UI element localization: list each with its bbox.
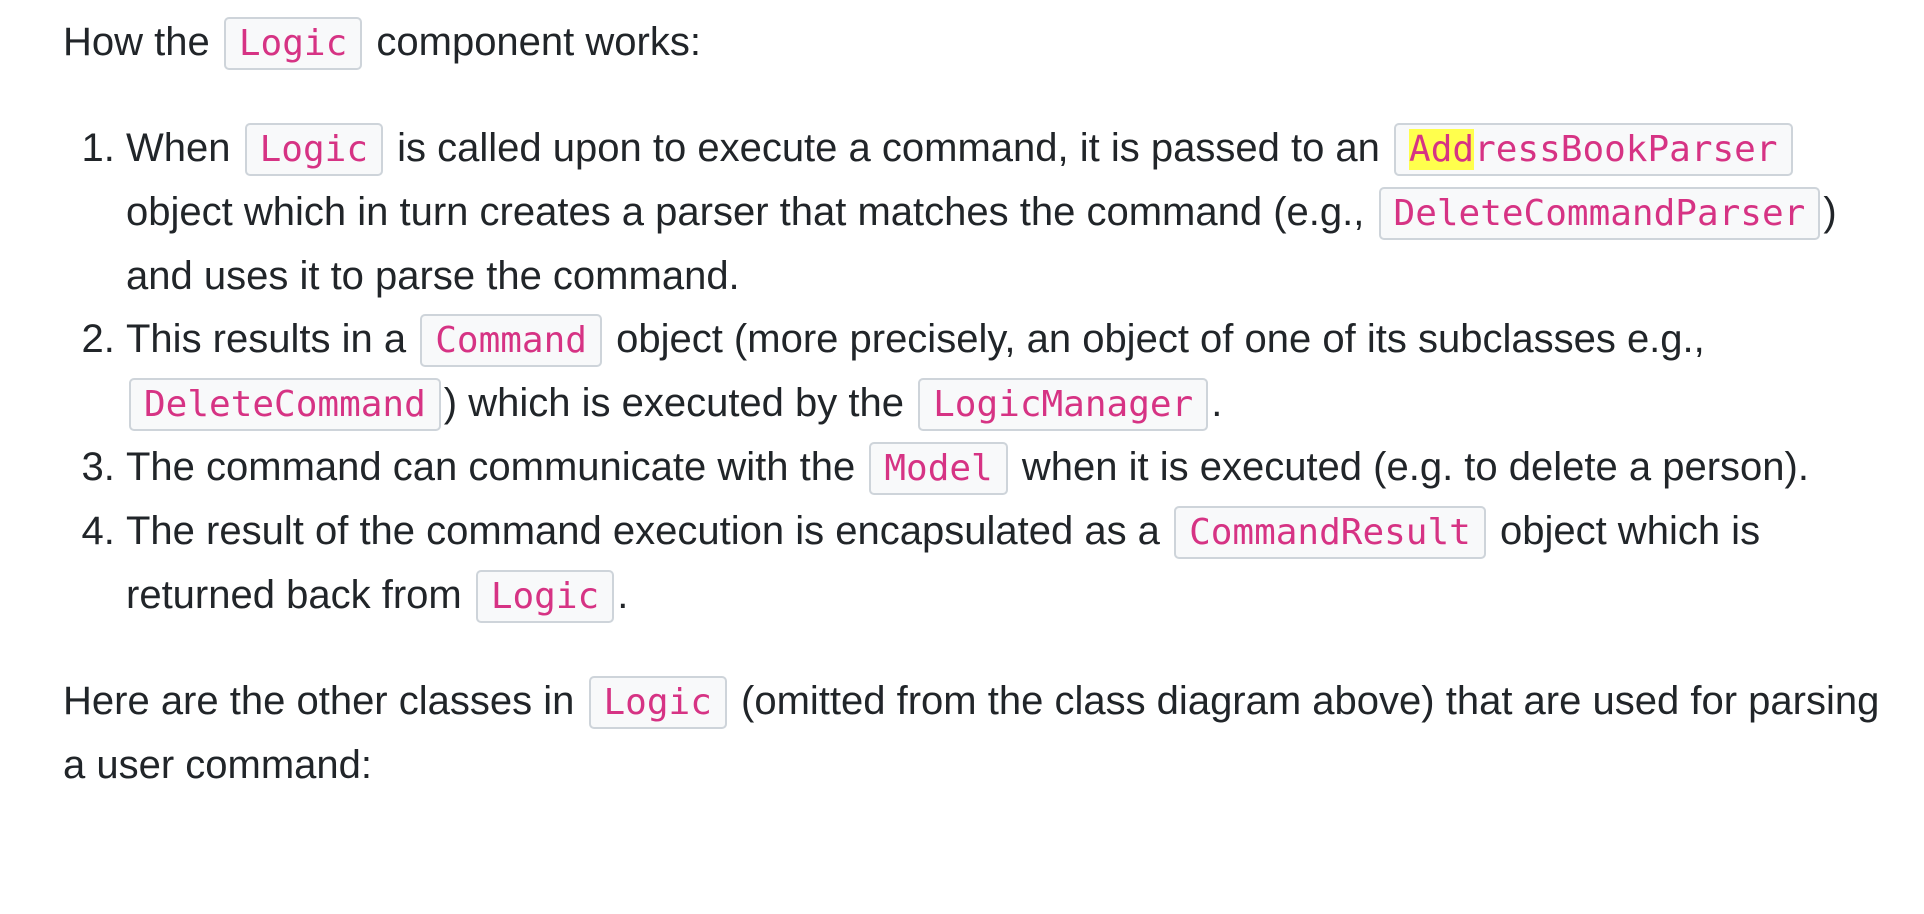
step-1: When Logic is called upon to execute a c… [126,117,1883,308]
step-2: This results in a Command object (more p… [126,308,1883,436]
step-1-code-addressbookparser: AddressBookParser [1394,123,1793,176]
step-2-text-2: object (more precisely, an object of one… [616,317,1705,361]
step-4-text-1: The result of the command execution is e… [126,509,1160,553]
step-4-code-logic: Logic [475,570,615,623]
step-3: The command can communicate with the Mod… [126,436,1883,500]
step-2-code-deletecommand: DeleteCommand [129,378,441,431]
intro-text-before: How the [63,20,210,64]
step-2-text-4: . [1211,381,1223,425]
search-highlight: Add [1409,129,1475,170]
step-1-code-deletecommandparser: DeleteCommandParser [1378,187,1821,240]
code-rest: ressBookParser [1474,129,1778,170]
step-4-text-3: . [617,573,629,617]
outro-paragraph: Here are the other classes in Logic (omi… [63,670,1883,797]
outro-code-logic: Logic [588,676,727,729]
step-1-text-3: object which in turn creates a parser th… [126,190,1365,234]
document-content: How the Logic component works: When Logi… [63,11,1883,797]
intro-text-after: component works: [376,20,701,64]
steps-list: When Logic is called upon to execute a c… [63,117,1883,628]
step-3-text-1: The command can communicate with the [126,445,856,489]
step-1-text-2: is called upon to execute a command, it … [397,126,1380,170]
step-2-code-logicmanager: LogicManager [918,378,1209,431]
step-2-text-3: ) which is executed by the [443,381,904,425]
step-4: The result of the command execution is e… [126,500,1883,628]
step-4-code-commandresult: CommandResult [1174,506,1486,559]
step-1-code-logic: Logic [244,123,383,176]
step-2-text-1: This results in a [126,317,407,361]
step-2-code-command: Command [420,314,602,367]
step-3-code-model: Model [869,442,1008,495]
intro-paragraph: How the Logic component works: [63,11,1883,75]
step-3-text-2: when it is executed (e.g. to delete a pe… [1021,445,1809,489]
intro-code-logic: Logic [223,17,363,70]
step-1-text-1: When [126,126,231,170]
outro-text-before: Here are the other classes in [63,679,575,723]
